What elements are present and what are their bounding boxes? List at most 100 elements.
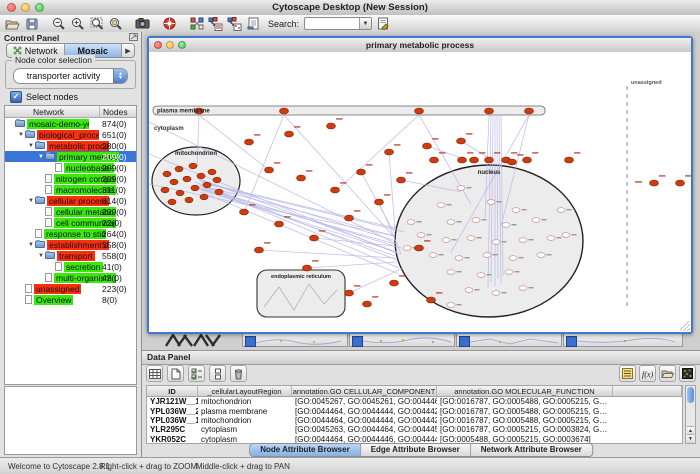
column-header[interactable]: _cellularLayoutRegion (198, 386, 292, 396)
graph-node-small[interactable] (547, 236, 555, 241)
float-panel-icon[interactable] (129, 33, 138, 41)
expander-icon[interactable]: ▼ (17, 132, 25, 138)
graph-node[interactable] (415, 245, 424, 251)
graph-node[interactable] (168, 199, 176, 205)
graph-node[interactable] (303, 265, 312, 271)
node-color-dropdown[interactable]: transporter activity ▲▼ (13, 68, 128, 84)
graph-node-small[interactable] (509, 256, 517, 261)
graph-node-small[interactable] (457, 186, 465, 191)
graph-node[interactable] (427, 297, 436, 303)
column-divider[interactable] (99, 106, 100, 117)
help-button[interactable] (161, 16, 178, 31)
graph-node-small[interactable] (477, 273, 485, 278)
table-row[interactable]: YPL036W__1mitochondrion[GO:0044464, GO:0… (147, 416, 682, 425)
scroll-down-button[interactable]: ▼ (687, 434, 694, 443)
network-tree-row[interactable]: nitrogen compo209(0) (5, 173, 136, 184)
zoom-out-button[interactable] (50, 16, 67, 31)
table-scrollbar[interactable]: ▲ ▼ (685, 385, 696, 444)
graph-node-small[interactable] (447, 303, 455, 308)
graph-node[interactable] (280, 108, 289, 114)
graph-node[interactable] (430, 157, 439, 163)
graph-node[interactable] (485, 108, 494, 114)
graph-node-small[interactable] (492, 240, 500, 245)
column-header[interactable]: annotation.GO MOLECULAR_FUNCTION (437, 386, 613, 396)
expander-icon[interactable]: ▼ (27, 143, 35, 149)
attribute-matrix-button[interactable] (679, 365, 696, 382)
graph-node[interactable] (525, 108, 534, 114)
network-tree-row[interactable]: ▼cellular process614(0) (5, 195, 136, 206)
graph-node-small[interactable] (537, 253, 545, 258)
graph-node[interactable] (161, 187, 169, 193)
graph-node-small[interactable] (403, 246, 411, 251)
background-window[interactable] (349, 333, 455, 347)
graph-node-small[interactable] (472, 218, 480, 223)
graph-node[interactable] (191, 185, 199, 191)
expander-icon[interactable]: ▼ (27, 198, 35, 204)
network-tree-row[interactable]: secretion41(0) (5, 261, 136, 272)
network-tree-row[interactable]: unassigned223(0) (5, 283, 136, 294)
graph-node[interactable] (363, 301, 372, 307)
graph-node-small[interactable] (519, 286, 527, 291)
graph-node-small[interactable] (492, 291, 500, 296)
background-window[interactable] (456, 333, 562, 347)
graph-node[interactable] (176, 190, 184, 196)
graph-node[interactable] (170, 179, 178, 185)
table-row[interactable]: YPL036W__2plasma membrane[GO:0044464, GO… (147, 406, 682, 415)
open-session-button[interactable] (4, 16, 21, 31)
graph-node[interactable] (285, 131, 294, 137)
graph-node[interactable] (275, 221, 284, 227)
attribute-grid-button[interactable] (146, 365, 163, 382)
graph-node[interactable] (310, 235, 319, 241)
copy-network-nodes-button[interactable] (207, 16, 224, 31)
tab-edge-attribute-browser[interactable]: Edge Attribute Browser (361, 444, 471, 456)
search-input[interactable]: ▼ (304, 17, 372, 30)
graph-node-small[interactable] (532, 218, 540, 223)
network-window-titlebar[interactable]: primary metabolic process (149, 38, 691, 53)
search-dropdown-arrow[interactable]: ▼ (359, 18, 371, 29)
graph-node[interactable] (508, 159, 517, 165)
birdseye-view[interactable] (4, 386, 137, 455)
graph-node-small[interactable] (502, 223, 510, 228)
graph-node[interactable] (163, 171, 171, 177)
graph-node-small[interactable] (562, 233, 570, 238)
graph-node[interactable] (423, 143, 432, 149)
network-tree-row[interactable]: macromolecule311(0) (5, 184, 136, 195)
network-tree-row[interactable]: multi-organism pro42(0) (5, 272, 136, 283)
graph-node[interactable] (375, 199, 384, 205)
zoom-fit-button[interactable] (88, 16, 105, 31)
table-row[interactable]: YLR295Ccytoplasm[GO:0045263, GO:0044464,… (147, 425, 682, 434)
graph-node[interactable] (390, 280, 399, 286)
graph-node-small[interactable] (483, 253, 491, 258)
network-tree-row[interactable]: cellular metabo209(0) (5, 206, 136, 217)
copy-network-edges-button[interactable] (226, 16, 243, 31)
attribute-list-button[interactable] (619, 365, 636, 382)
graph-node[interactable] (175, 166, 183, 172)
graph-node[interactable] (676, 180, 685, 186)
graph-node[interactable] (523, 157, 532, 163)
graph-node[interactable] (331, 187, 340, 193)
graph-node[interactable] (327, 123, 336, 129)
tab-node-attribute-browser[interactable]: Node Attribute Browser (250, 444, 361, 456)
graph-node[interactable] (457, 138, 466, 144)
graph-node[interactable] (458, 157, 467, 163)
graph-node-small[interactable] (557, 208, 565, 213)
graph-node[interactable] (240, 209, 249, 215)
network-tree-row[interactable]: mosaic-demo-yeast874(0) (5, 118, 136, 129)
resize-grip[interactable] (680, 321, 690, 331)
network-canvas[interactable]: plasma membranecytoplasmmitochondrionnuc… (149, 52, 691, 332)
save-session-button[interactable] (23, 16, 40, 31)
background-window[interactable] (563, 333, 683, 347)
graph-node-small[interactable] (437, 203, 445, 208)
graph-node[interactable] (345, 215, 354, 221)
graph-node-small[interactable] (512, 208, 520, 213)
tab-network-attribute-browser[interactable]: Network Attribute Browser (471, 444, 592, 456)
select-nodes-checkbox[interactable]: ✓ (10, 91, 22, 103)
graph-node[interactable] (485, 157, 494, 163)
graph-node-small[interactable] (442, 238, 450, 243)
graph-node[interactable] (183, 176, 191, 182)
delete-attribute-button[interactable] (230, 365, 247, 382)
graph-node-small[interactable] (417, 233, 425, 238)
tabs-overflow-arrow[interactable]: ▶ (122, 44, 134, 57)
expander-icon[interactable]: ▼ (27, 242, 35, 248)
graph-node[interactable] (415, 108, 424, 114)
